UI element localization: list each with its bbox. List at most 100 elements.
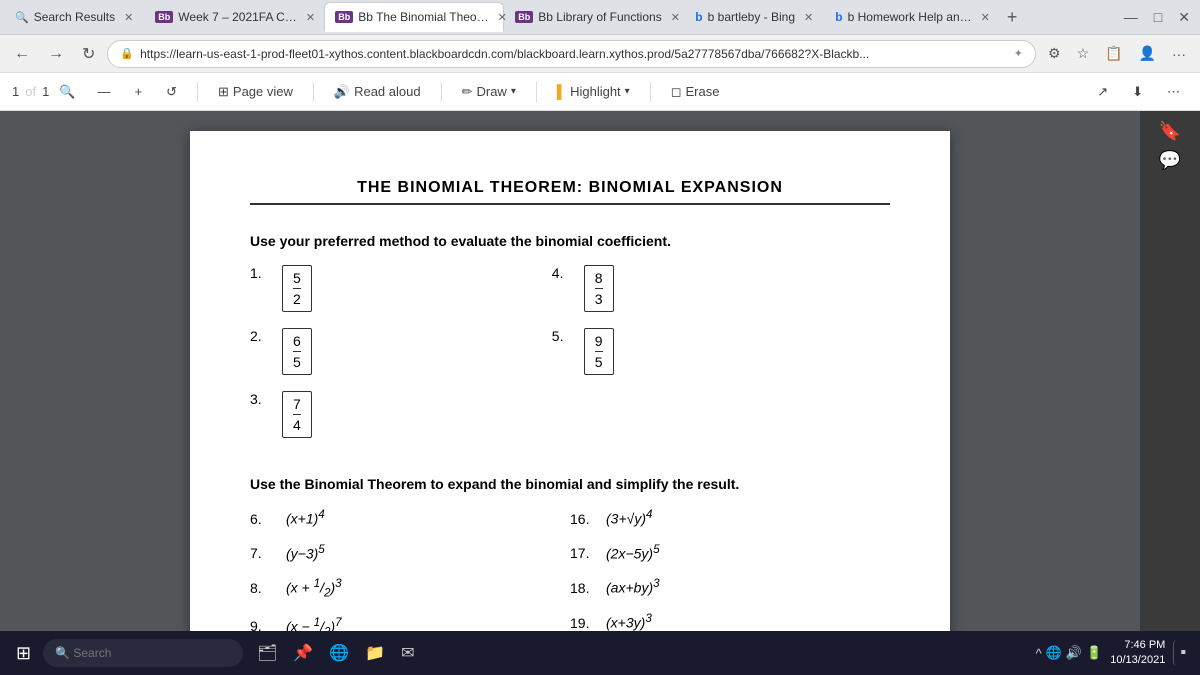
prob1-num: 1. bbox=[250, 265, 274, 281]
start-button[interactable]: ⊞ bbox=[8, 639, 39, 668]
draw-chevron-icon: ▾ bbox=[511, 86, 516, 97]
week7-favicon: Bb bbox=[155, 11, 173, 23]
tab-close-week7[interactable]: ✕ bbox=[306, 11, 315, 24]
tab-label-bartleby: b bartleby - Bing bbox=[708, 10, 795, 24]
pdf-toolbar: 1 of 1 🔍 — + ↺ ⊞ Page view 🔊 Read aloud … bbox=[0, 73, 1200, 111]
taskbar-explorer-icon[interactable]: 🗂 bbox=[251, 639, 283, 667]
coeff-left-col: 1. 5 2 2. 6 5 bbox=[250, 265, 312, 456]
prob4-top: 8 bbox=[595, 270, 603, 289]
tab-binomial[interactable]: Bb Bb The Binomial Theo… ✕ bbox=[324, 2, 504, 32]
tab-label-binomial: Bb The Binomial Theo… bbox=[358, 10, 488, 24]
prob3-bot: 4 bbox=[293, 415, 301, 433]
taskbar-search-input[interactable] bbox=[43, 639, 243, 667]
address-bar-row: ← → ↻ 🔒 https://learn-us-east-1-prod-fle… bbox=[0, 35, 1200, 73]
zoom-out-icon: — bbox=[98, 84, 111, 99]
bookmark-icon[interactable]: 🔖 bbox=[1159, 121, 1181, 142]
problem-5: 5. 9 5 bbox=[552, 328, 614, 375]
prob3-num: 3. bbox=[250, 391, 274, 407]
read-aloud-button[interactable]: 🔊 Read aloud bbox=[326, 80, 429, 104]
extensions-button[interactable]: ⚙ bbox=[1042, 41, 1067, 66]
more-button[interactable]: ··· bbox=[1166, 41, 1192, 66]
prob2-bot: 5 bbox=[293, 352, 301, 370]
collections-button[interactable]: 📋 bbox=[1099, 41, 1128, 66]
show-desktop-button[interactable]: ▪ bbox=[1173, 640, 1192, 666]
tab-search-results[interactable]: 🔍 Search Results ✕ bbox=[4, 2, 144, 32]
pdf-viewer[interactable]: THE BINOMIAL THEOREM: BINOMIAL EXPANSION… bbox=[0, 111, 1140, 631]
minimize-button[interactable]: — bbox=[1118, 9, 1144, 26]
tab-close-binomial[interactable]: ✕ bbox=[498, 11, 507, 24]
bartleby-favicon: b bbox=[695, 10, 702, 24]
prob4-num: 4. bbox=[552, 265, 576, 281]
taskbar-pin1-icon[interactable]: 📌 bbox=[287, 639, 319, 667]
prob3-fraction: 7 4 bbox=[282, 391, 312, 438]
taskbar-mail-icon[interactable]: ✉ bbox=[395, 639, 420, 667]
page-view-button[interactable]: ⊞ Page view bbox=[210, 80, 301, 104]
new-tab-button[interactable]: + bbox=[1001, 7, 1024, 28]
erase-button[interactable]: ◻ Erase bbox=[663, 80, 728, 104]
tab-label-week7: Week 7 – 2021FA C… bbox=[178, 10, 297, 24]
toolbar-divider-3 bbox=[441, 82, 442, 102]
page-view-icon: ⊞ bbox=[218, 84, 229, 100]
tray-expand-icon[interactable]: ^ bbox=[1036, 646, 1042, 661]
problem-2: 2. 6 5 bbox=[250, 328, 312, 375]
right-panel: 🔖 💬 bbox=[1140, 111, 1200, 631]
zoom-in-button[interactable]: + bbox=[127, 80, 151, 103]
tab-close-search[interactable]: ✕ bbox=[124, 11, 133, 24]
prob3-top: 7 bbox=[293, 396, 301, 415]
comment-icon[interactable]: 💬 bbox=[1159, 150, 1181, 171]
taskbar-edge-icon[interactable]: 🌐 bbox=[323, 639, 355, 667]
zoom-out-button[interactable]: — bbox=[90, 80, 119, 103]
problem-3: 3. 7 4 bbox=[250, 391, 312, 438]
forward-button[interactable]: → bbox=[42, 41, 70, 67]
save-button[interactable]: ⬇ bbox=[1124, 80, 1151, 104]
page-total-label: 1 bbox=[42, 84, 49, 99]
highlight-chevron-icon: ▾ bbox=[625, 86, 630, 97]
refresh-button[interactable]: ↻ bbox=[76, 40, 101, 68]
main-area: THE BINOMIAL THEOREM: BINOMIAL EXPANSION… bbox=[0, 111, 1200, 631]
refresh-addr-icon: ✦ bbox=[1014, 47, 1023, 60]
tab-homework[interactable]: b b Homework Help an… ✕ bbox=[824, 2, 1001, 32]
problem-16: 16. (3+√y)4 bbox=[570, 508, 890, 527]
tab-bartleby[interactable]: b b bartleby - Bing ✕ bbox=[684, 2, 824, 32]
battery-tray-icon[interactable]: 🔋 bbox=[1086, 645, 1102, 661]
highlight-label: Highlight bbox=[570, 84, 621, 99]
network-tray-icon[interactable]: 🌐 bbox=[1046, 645, 1062, 661]
draw-icon: ✏ bbox=[462, 84, 473, 100]
back-button[interactable]: ← bbox=[8, 41, 36, 67]
share-button[interactable]: ↗ bbox=[1089, 80, 1116, 104]
profile-button[interactable]: 👤 bbox=[1133, 41, 1162, 66]
problem-6: 6. (x+1)4 bbox=[250, 508, 570, 527]
tab-week7[interactable]: Bb Week 7 – 2021FA C… ✕ bbox=[144, 2, 324, 32]
maximize-button[interactable]: □ bbox=[1148, 9, 1168, 26]
more-pdf-button[interactable]: ⋯ bbox=[1159, 80, 1188, 104]
section1-header: Use your preferred method to evaluate th… bbox=[250, 233, 890, 249]
prob2-fraction: 6 5 bbox=[282, 328, 312, 375]
expand-right: 16. (3+√y)4 17. (2x−5y)5 18. (ax+by)3 bbox=[570, 508, 890, 631]
read-aloud-label: Read aloud bbox=[354, 84, 421, 99]
tab-close-bartleby[interactable]: ✕ bbox=[804, 11, 813, 24]
find-button[interactable]: 🔍 bbox=[53, 80, 81, 104]
draw-button[interactable]: ✏ Draw ▾ bbox=[454, 80, 524, 104]
clock[interactable]: 7:46 PM 10/13/2021 bbox=[1110, 638, 1165, 669]
tab-library[interactable]: Bb Bb Library of Functions ✕ bbox=[504, 2, 684, 32]
toolbar-divider-2 bbox=[313, 82, 314, 102]
rotate-button[interactable]: ↺ bbox=[158, 80, 185, 104]
search-favicon: 🔍 bbox=[15, 11, 29, 24]
expand-left: 6. (x+1)4 7. (y−3)5 8. (x + 1/2)3 9. bbox=[250, 508, 570, 631]
highlight-button[interactable]: ▌ Highlight ▾ bbox=[549, 80, 638, 103]
problem-8: 8. (x + 1/2)3 bbox=[250, 577, 570, 599]
tab-close-homework[interactable]: ✕ bbox=[981, 11, 990, 24]
toolbar-divider-1 bbox=[197, 82, 198, 102]
highlight-icon: ▌ bbox=[557, 84, 566, 99]
taskbar-right: ^ 🌐 🔊 🔋 7:46 PM 10/13/2021 ▪ bbox=[1036, 638, 1192, 669]
volume-tray-icon[interactable]: 🔊 bbox=[1066, 645, 1082, 661]
date-display: 10/13/2021 bbox=[1110, 653, 1165, 668]
toolbar-divider-5 bbox=[650, 82, 651, 102]
zoom-in-icon: + bbox=[135, 84, 143, 99]
taskbar-files-icon[interactable]: 📁 bbox=[359, 639, 391, 667]
address-bar[interactable]: 🔒 https://learn-us-east-1-prod-fleet01-x… bbox=[107, 40, 1036, 68]
favorites-button[interactable]: ☆ bbox=[1071, 41, 1096, 66]
window-controls: — □ ✕ bbox=[1118, 9, 1196, 26]
close-button[interactable]: ✕ bbox=[1172, 9, 1196, 26]
tab-close-library[interactable]: ✕ bbox=[671, 11, 680, 24]
